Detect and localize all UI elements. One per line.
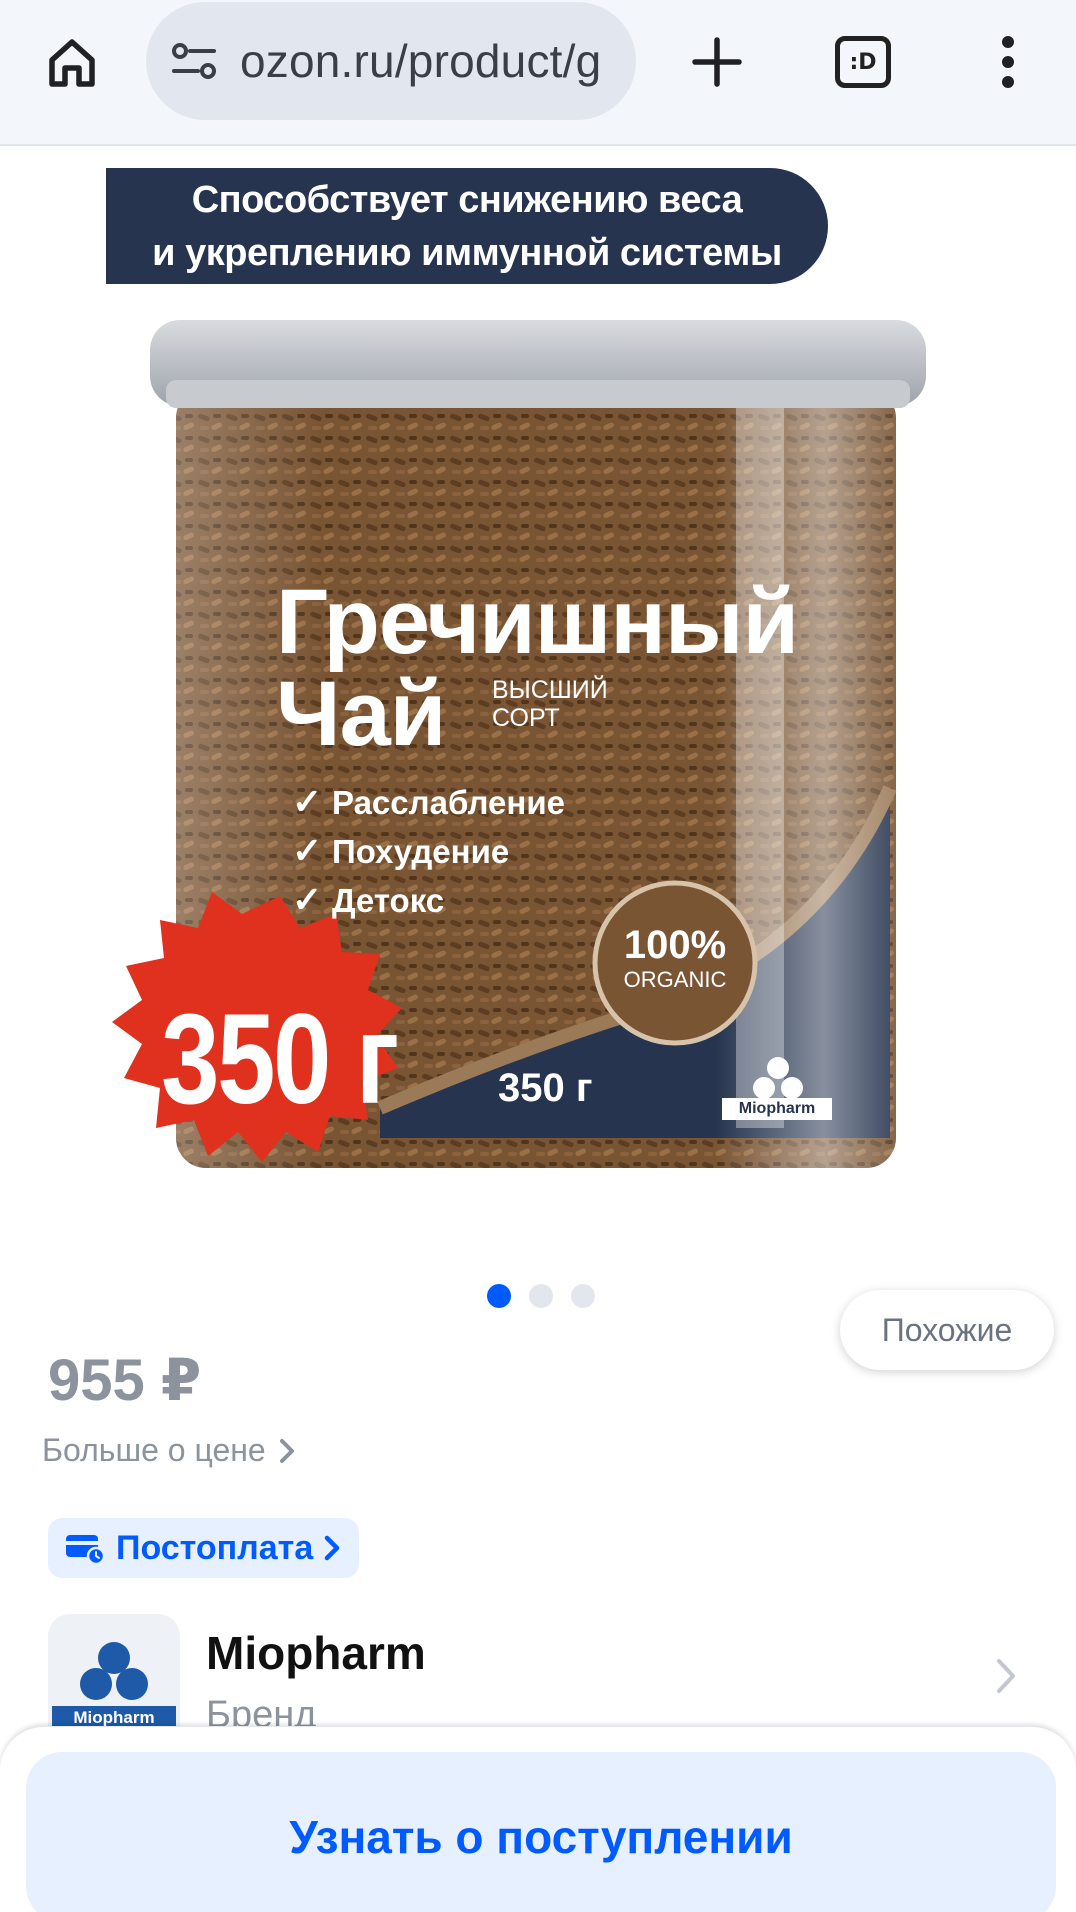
url-text[interactable]: ozon.ru/product/g [240,34,601,88]
gallery-dot[interactable] [571,1284,595,1308]
more-vert-icon [1002,36,1014,88]
check-icon: ✓ [292,781,323,822]
gallery-dot-active[interactable] [487,1284,511,1308]
benefit-item: ✓ Похудение [292,827,565,876]
new-tab-plus-icon [692,37,742,87]
tab-switcher-button[interactable]: :D [818,0,908,124]
price-details-link[interactable]: Больше о цене [42,1432,296,1469]
promo-banner-line-1: Способствует снижению веса [191,179,743,221]
chevron-right-icon [997,1659,1015,1693]
price-details-label: Больше о цене [42,1432,266,1468]
notify-arrival-button[interactable]: Узнать о поступлении [26,1752,1056,1912]
jar-weight: 350 г [498,1066,593,1110]
jar-title-line-1: Гречишный [276,571,799,673]
benefit-item: ✓ Расслабление [292,778,565,827]
check-icon: ✓ [292,830,323,871]
bottom-action-sheet: Узнать о поступлении [0,1726,1076,1912]
promo-banner: Способствует снижению веса и укреплению … [106,168,828,284]
benefits-list: ✓ Расслабление ✓ Похудение ✓ Детокс [292,778,565,925]
postpay-label: Постоплата [116,1528,314,1567]
address-bar[interactable]: ozon.ru/product/g [146,2,636,120]
check-icon: ✓ [292,879,323,920]
organic-seal: 100% ORGANIC [600,923,750,993]
organic-label: ORGANIC [623,967,727,992]
chevron-right-icon [325,1535,340,1561]
product-price: 955 ₽ [48,1348,202,1413]
chevron-right-icon [279,1438,294,1463]
product-gallery[interactable]: Способствует снижению веса и укреплению … [0,148,1076,1370]
organic-percent: 100% [623,923,727,967]
home-button[interactable] [32,0,112,124]
brand-name: Miopharm [206,1627,426,1679]
jar-brand-logo: Miopharm [722,1098,832,1120]
jar-title: Гречишный Чай [276,571,799,760]
site-settings-icon[interactable] [168,41,220,81]
jar-grade-line-1: ВЫСШИЙ [492,676,608,704]
weight-badge: 350 г [161,988,399,1131]
gallery-pagination [0,1284,1076,1308]
jar-grade-line-2: СОРТ [492,704,560,732]
postpay-chip[interactable]: Постоплата [48,1518,360,1578]
card-clock-icon [66,1535,106,1565]
jar-grade: ВЫСШИЙ СОРТ [492,676,608,732]
home-icon [49,39,95,87]
tab-switcher-icon: :D [835,36,891,88]
benefit-item: ✓ Детокс [292,876,565,925]
browser-toolbar: ozon.ru/product/g :D [0,0,1076,146]
browser-menu-button[interactable] [968,0,1048,124]
promo-banner-line-2: и укреплению иммунной системы [152,232,782,274]
new-tab-button[interactable] [672,0,762,124]
gallery-dot[interactable] [529,1284,553,1308]
brand-logo-text: Miopharm [73,1708,154,1727]
brand-row[interactable]: Miopharm Miopharm Бренд [48,1614,1028,1746]
